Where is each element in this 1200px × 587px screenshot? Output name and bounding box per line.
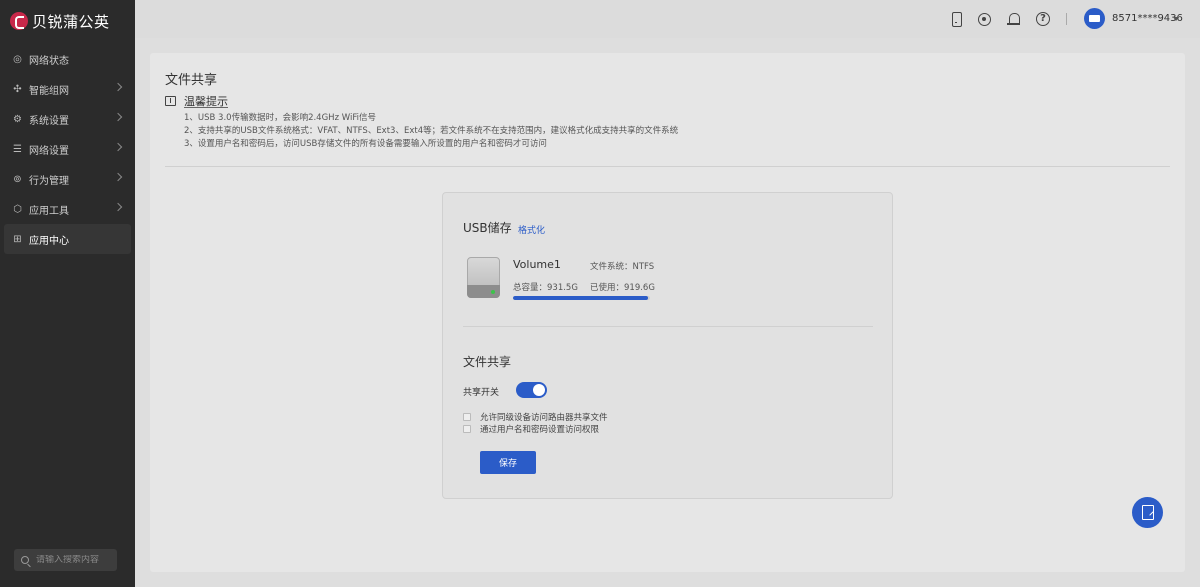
sidebar: 贝锐蒲公英 ◎ 网络状态 ✣ 智能组网 ⚙ 系统设置 ☰ 网络设置 ⊚ 行为管理… bbox=[0, 0, 135, 587]
tip-header: 温馨提示 bbox=[165, 93, 228, 109]
tip-line: 1、USB 3.0传输数据时，会影响2.4GHz WiFi信号 bbox=[184, 113, 376, 123]
chevron-right-icon bbox=[113, 172, 123, 182]
sidebar-item-system-settings[interactable]: ⚙ 系统设置 bbox=[0, 104, 135, 134]
sidebar-item-smart-network[interactable]: ✣ 智能组网 bbox=[0, 74, 135, 104]
chevron-right-icon bbox=[113, 112, 123, 122]
divider bbox=[1066, 13, 1067, 25]
topbar: ? 8571****9436 bbox=[135, 0, 1200, 38]
globe-icon: ◎ bbox=[13, 53, 22, 65]
sidebar-item-behavior-management[interactable]: ⊚ 行为管理 bbox=[0, 164, 135, 194]
tip-title: 温馨提示 bbox=[184, 95, 228, 108]
chevron-right-icon bbox=[113, 202, 123, 212]
gear-icon: ⚙ bbox=[13, 113, 22, 125]
grid-icon: ⊞ bbox=[13, 233, 22, 245]
share-switch-label: 共享开关 bbox=[463, 388, 500, 398]
page-title: 文件共享 bbox=[165, 73, 218, 88]
avatar[interactable] bbox=[1084, 8, 1105, 29]
sidebar-nav: ◎ 网络状态 ✣ 智能组网 ⚙ 系统设置 ☰ 网络设置 ⊚ 行为管理 ⬡ 应用工… bbox=[0, 44, 135, 254]
logo-icon bbox=[10, 12, 28, 30]
sliders-icon: ☰ bbox=[13, 143, 22, 155]
notice-icon bbox=[165, 96, 176, 106]
share-toggle[interactable] bbox=[516, 382, 547, 398]
sidebar-item-app-center[interactable]: ⊞ 应用中心 bbox=[4, 224, 131, 254]
caret-down-icon[interactable] bbox=[1173, 17, 1179, 21]
tip-list: 1、USB 3.0传输数据时，会影响2.4GHz WiFi信号 2、支持共享的U… bbox=[184, 112, 678, 151]
hard-drive-icon bbox=[467, 257, 500, 298]
tip-line: 3、设置用户名和密码后，访问USB存储文件的所有设备需要输入所设置的用户名和密码… bbox=[184, 139, 547, 149]
allow-peer-access-checkbox[interactable] bbox=[463, 413, 471, 421]
brand-logo[interactable]: 贝锐蒲公英 bbox=[10, 10, 110, 32]
sidebar-item-label: 系统设置 bbox=[29, 115, 69, 127]
volume-name: Volume1 bbox=[513, 258, 561, 271]
tools-icon: ⬡ bbox=[13, 203, 22, 215]
format-link[interactable]: 格式化 bbox=[518, 223, 545, 236]
chevron-right-icon bbox=[113, 142, 123, 152]
sidebar-search[interactable] bbox=[14, 549, 117, 571]
file-share-title: 文件共享 bbox=[463, 355, 512, 369]
robot-icon[interactable] bbox=[976, 11, 992, 27]
option-row: 通过用户名和密码设置访问权限 bbox=[463, 423, 599, 435]
brand-name: 贝锐蒲公英 bbox=[32, 12, 110, 31]
divider bbox=[463, 326, 873, 327]
search-input[interactable] bbox=[36, 555, 116, 565]
sidebar-item-app-tools[interactable]: ⬡ 应用工具 bbox=[0, 194, 135, 224]
used-capacity: 已使用：919.6G bbox=[590, 283, 655, 293]
save-button[interactable]: 保存 bbox=[480, 451, 536, 474]
usb-storage-card: USB储存 格式化 Volume1 文件系统：NTFS 总容量：931.5G 已… bbox=[442, 192, 893, 499]
divider bbox=[165, 166, 1170, 167]
main-panel: 文件共享 温馨提示 1、USB 3.0传输数据时，会影响2.4GHz WiFi信… bbox=[150, 53, 1185, 572]
option-row: 允许同级设备访问路由器共享文件 bbox=[463, 411, 608, 423]
sidebar-item-network-status[interactable]: ◎ 网络状态 bbox=[0, 44, 135, 74]
usage-progress-fill bbox=[513, 296, 649, 300]
behavior-icon: ⊚ bbox=[13, 173, 22, 185]
sidebar-item-label: 应用中心 bbox=[29, 235, 69, 247]
chevron-right-icon bbox=[113, 82, 123, 92]
option-label: 通过用户名和密码设置访问权限 bbox=[480, 425, 600, 435]
phone-icon[interactable] bbox=[948, 11, 964, 27]
tip-line: 2、支持共享的USB文件系统格式：VFAT、NTFS、Ext3、Ext4等；若文… bbox=[184, 126, 679, 136]
sidebar-item-label: 网络设置 bbox=[29, 145, 69, 157]
filesystem-label: 文件系统：NTFS bbox=[590, 262, 655, 272]
usage-progress-bar bbox=[513, 296, 650, 300]
network-icon: ✣ bbox=[13, 83, 22, 95]
bell-icon[interactable] bbox=[1006, 11, 1022, 27]
sidebar-item-network-settings[interactable]: ☰ 网络设置 bbox=[0, 134, 135, 164]
sidebar-item-label: 智能组网 bbox=[29, 85, 69, 97]
sidebar-item-label: 行为管理 bbox=[29, 175, 69, 187]
sidebar-item-label: 网络状态 bbox=[29, 55, 69, 67]
option-label: 允许同级设备访问路由器共享文件 bbox=[480, 413, 608, 423]
help-icon[interactable]: ? bbox=[1036, 12, 1050, 26]
search-icon bbox=[21, 556, 29, 564]
total-capacity: 总容量：931.5G bbox=[513, 283, 578, 293]
feedback-icon[interactable] bbox=[1132, 497, 1163, 528]
credential-access-checkbox[interactable] bbox=[463, 425, 471, 433]
sidebar-item-label: 应用工具 bbox=[29, 205, 69, 217]
usb-storage-title: USB储存 bbox=[463, 221, 512, 235]
